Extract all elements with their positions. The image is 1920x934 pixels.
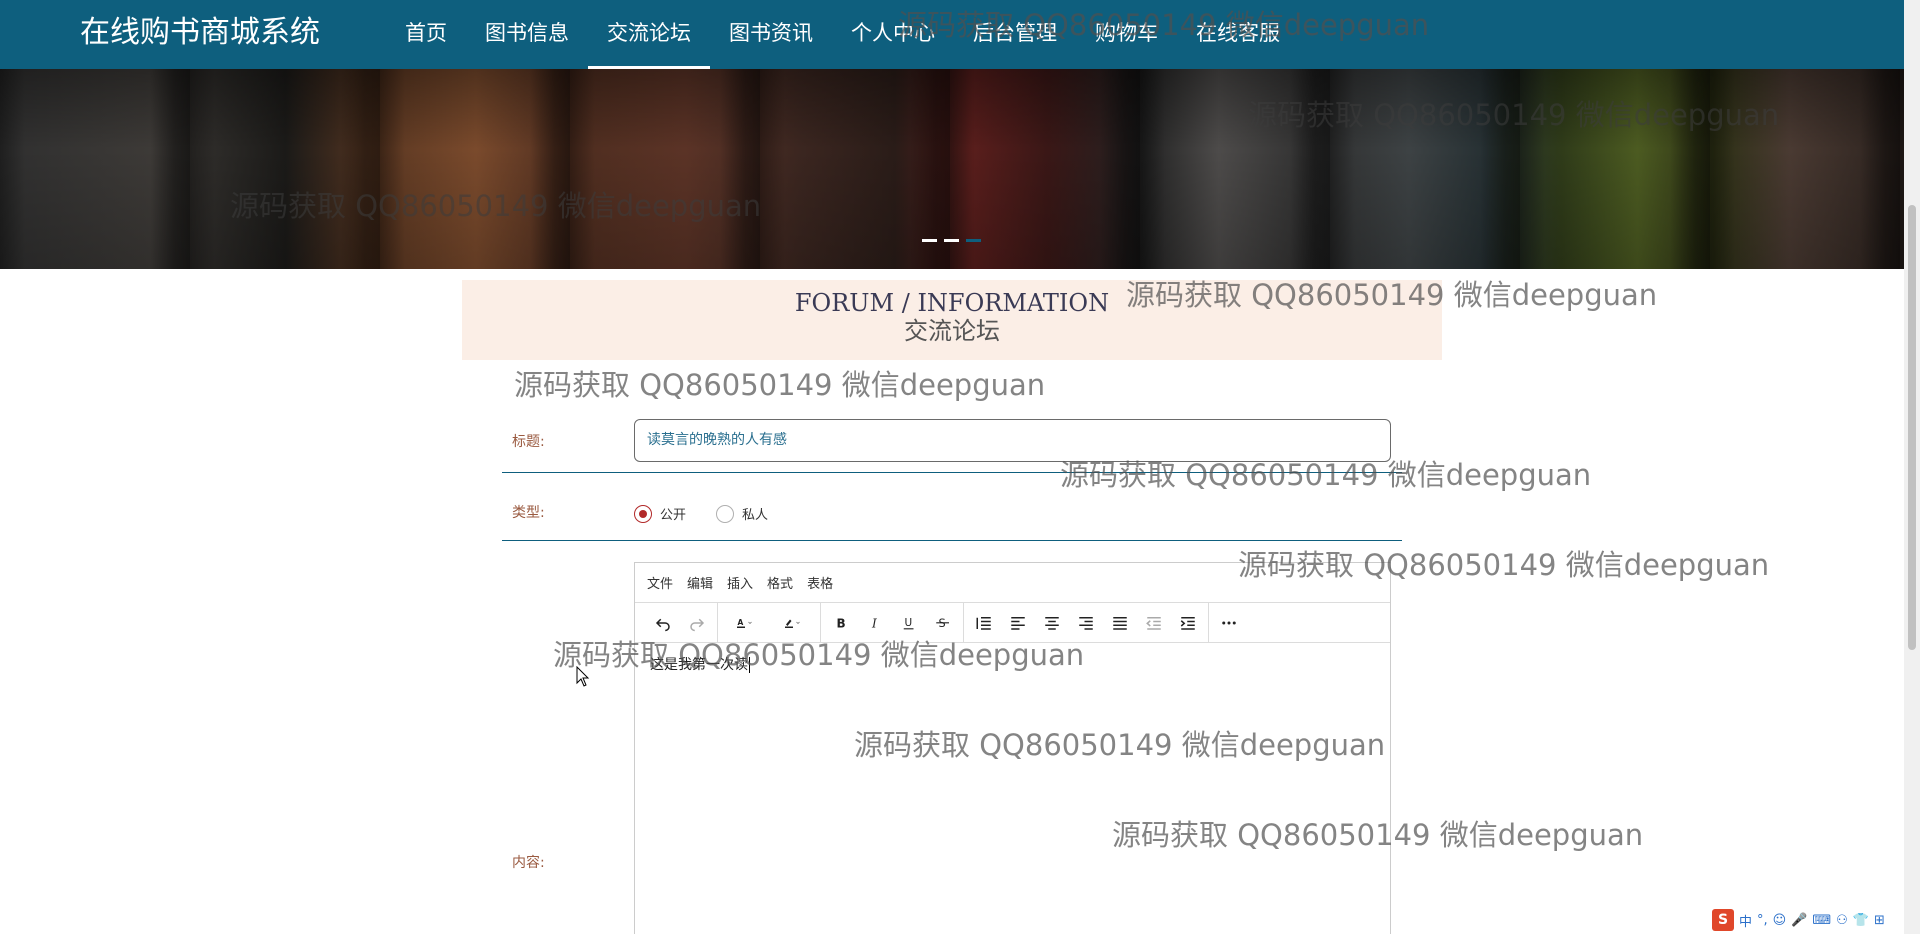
svg-text:U: U [905,617,913,629]
history-group [643,602,718,643]
banner-carousel[interactable] [0,69,1904,269]
nav-admin[interactable]: 后台管理 [954,0,1076,69]
redo-icon[interactable] [681,608,713,638]
row-divider [502,472,1402,473]
section-title-band: FORUM / INFORMATION 交流论坛 [462,280,1442,360]
strikethrough-icon[interactable]: S [927,608,959,638]
outdent-icon[interactable] [1138,608,1170,638]
menu-insert[interactable]: 插入 [727,573,753,592]
menu-format[interactable]: 格式 [767,573,793,592]
text-caret [749,657,750,673]
mouse-pointer-icon [576,665,590,692]
top-navbar: 在线购书商城系统 首页 图书信息 交流论坛 图书资讯 个人中心 后台管理 购物车… [0,0,1904,69]
type-label: 类型: [512,505,545,521]
indent-icon[interactable] [1172,608,1204,638]
highlight-icon[interactable] [770,608,816,638]
user-icon[interactable]: ⚇ [1836,913,1848,928]
underline-icon[interactable]: U [893,608,925,638]
ime-toolbar[interactable]: S 中 °, ☺ 🎤 ⌨ ⚇ 👕 ⊞ [1704,906,1904,934]
align-left-icon[interactable] [1002,608,1034,638]
text-color-icon[interactable]: A [722,608,768,638]
radio-private-label: 私人 [742,508,769,523]
italic-icon[interactable]: I [859,608,891,638]
nav-customer-service[interactable]: 在线客服 [1177,0,1299,69]
carousel-indicators [922,239,981,242]
carousel-dot[interactable] [922,239,937,242]
svg-text:I: I [871,616,877,630]
skin-icon[interactable]: 👕 [1853,913,1869,928]
section-title-cn: 交流论坛 [904,317,1000,345]
svg-text:A: A [738,618,744,627]
nav-cart[interactable]: 购物车 [1076,0,1177,69]
editor-menubar: 文件 编辑 插入 格式 表格 [635,563,1390,603]
keyboard-icon[interactable]: ⌨ [1812,913,1831,928]
more-icon[interactable] [1213,608,1245,638]
page-scrollbar[interactable] [1904,0,1920,934]
align-right-icon[interactable] [1070,608,1102,638]
watermark: 源码获取 QQ86050149 微信deepguan [514,368,1046,402]
main-nav: 首页 图书信息 交流论坛 图书资讯 个人中心 后台管理 购物车 在线客服 [386,0,1299,69]
nav-home[interactable]: 首页 [386,0,466,69]
color-group: A [718,602,821,643]
menu-table[interactable]: 表格 [807,573,833,592]
content-label: 内容: [512,855,545,871]
grid-menu-icon[interactable]: ⊞ [1874,913,1885,928]
section-title-en: FORUM / INFORMATION [794,289,1110,317]
radio-public-label: 公开 [660,508,687,523]
title-input[interactable]: 读莫言的晚熟的人有感 [634,419,1391,462]
nav-news[interactable]: 图书资讯 [710,0,832,69]
microphone-icon[interactable]: 🎤 [1791,913,1807,928]
svg-text:B: B [837,616,846,630]
editor-content-area[interactable]: 这是我第一次读 [635,643,1390,687]
more-group [1209,603,1249,643]
align-center-icon[interactable] [1036,608,1068,638]
emoji-icon[interactable]: ☺ [1773,913,1787,928]
scrollbar-thumb[interactable] [1908,205,1916,650]
sogou-ime-icon[interactable]: S [1712,909,1734,931]
menu-edit[interactable]: 编辑 [687,573,713,592]
radio-checked-icon [634,504,652,523]
nav-books[interactable]: 图书信息 [466,0,588,69]
line-height-icon[interactable] [968,608,1000,638]
title-label: 标题: [512,434,545,450]
align-justify-icon[interactable] [1104,608,1136,638]
ime-language-label[interactable]: 中 [1739,911,1752,930]
page: 在线购书商城系统 首页 图书信息 交流论坛 图书资讯 个人中心 后台管理 购物车… [0,0,1920,934]
editor-toolbar: A B I U S [635,602,1390,643]
row-divider [502,540,1402,541]
radio-public[interactable]: 公开 [634,504,686,523]
nav-forum[interactable]: 交流论坛 [588,0,710,69]
undo-icon[interactable] [647,608,679,638]
radio-private[interactable]: 私人 [716,504,768,523]
editor-text: 这是我第一次读 [650,657,748,673]
carousel-dot[interactable] [944,239,959,242]
paragraph-group [964,602,1209,643]
nav-user-center[interactable]: 个人中心 [832,0,954,69]
site-brand[interactable]: 在线购书商城系统 [80,14,320,52]
bold-icon[interactable]: B [825,608,857,638]
format-group: B I U S [821,602,964,643]
ime-punct-label[interactable]: °, [1757,913,1768,928]
carousel-dot-active[interactable] [966,239,981,242]
rich-text-editor: 文件 编辑 插入 格式 表格 A B I U 这是我第一次读 [634,562,1391,934]
radio-unchecked-icon [716,504,734,523]
menu-file[interactable]: 文件 [647,573,673,592]
